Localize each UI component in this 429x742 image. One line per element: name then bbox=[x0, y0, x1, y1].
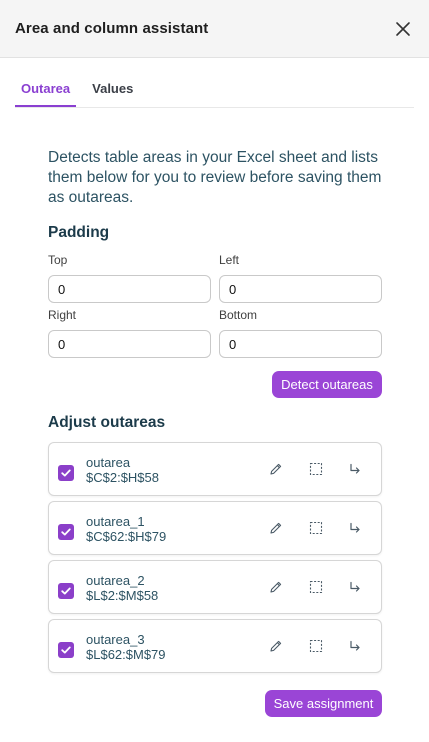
pencil-icon[interactable] bbox=[267, 637, 285, 655]
outarea-item: outarea_3 $L$62:$M$79 bbox=[48, 619, 382, 673]
padding-title: Padding bbox=[48, 224, 110, 241]
go-to-icon[interactable] bbox=[346, 578, 364, 596]
go-to-icon[interactable] bbox=[346, 637, 364, 655]
panel-header: Area and column assistant bbox=[0, 0, 429, 58]
padding-left-input[interactable] bbox=[219, 275, 382, 303]
go-to-icon[interactable] bbox=[346, 460, 364, 478]
outarea-range: $L$62:$M$79 bbox=[86, 647, 166, 662]
assistant-panel: Area and column assistant Outarea Values… bbox=[0, 0, 429, 742]
outarea-item: outarea $C$2:$H$58 bbox=[48, 442, 382, 496]
go-to-icon[interactable] bbox=[346, 519, 364, 537]
padding-top-label: Top bbox=[48, 253, 68, 267]
padding-bottom-label: Bottom bbox=[219, 308, 258, 322]
select-range-icon[interactable] bbox=[307, 519, 325, 537]
description-text: Detects table areas in your Excel sheet … bbox=[48, 149, 382, 206]
outarea-name: outarea_3 bbox=[86, 632, 145, 647]
outarea-item: outarea_1 $C$62:$H$79 bbox=[48, 501, 382, 555]
tab-outarea[interactable]: Outarea bbox=[15, 73, 77, 107]
outarea-checkbox[interactable] bbox=[58, 465, 74, 481]
padding-left-label: Left bbox=[219, 253, 240, 267]
outarea-tab-content: Detects table areas in your Excel sheet … bbox=[48, 148, 382, 717]
tab-bar: Outarea Values bbox=[15, 73, 414, 108]
pencil-icon[interactable] bbox=[267, 460, 285, 478]
padding-bottom-field: Bottom bbox=[219, 307, 382, 358]
pencil-icon[interactable] bbox=[267, 578, 285, 596]
pencil-icon[interactable] bbox=[267, 519, 285, 537]
padding-top-field: Top bbox=[48, 252, 211, 303]
outarea-range: $C$2:$H$58 bbox=[86, 470, 159, 485]
outarea-item: outarea_2 $L$2:$M$58 bbox=[48, 560, 382, 614]
tab-values[interactable]: Values bbox=[86, 73, 139, 107]
outarea-range: $L$2:$M$58 bbox=[86, 588, 159, 603]
panel-title: Area and column assistant bbox=[15, 20, 209, 37]
save-assignment-button[interactable]: Save assignment bbox=[265, 690, 382, 717]
close-icon[interactable] bbox=[391, 17, 415, 41]
padding-right-input[interactable] bbox=[48, 330, 211, 358]
select-range-icon[interactable] bbox=[307, 578, 325, 596]
adjust-outareas-title: Adjust outareas bbox=[48, 414, 166, 431]
outarea-name: outarea bbox=[86, 455, 131, 470]
outarea-range: $C$62:$H$79 bbox=[86, 529, 167, 544]
detect-outareas-button[interactable]: Detect outareas bbox=[272, 371, 382, 398]
padding-bottom-input[interactable] bbox=[219, 330, 382, 358]
padding-left-field: Left bbox=[219, 252, 382, 303]
select-range-icon[interactable] bbox=[307, 637, 325, 655]
padding-right-field: Right bbox=[48, 307, 211, 358]
select-range-icon[interactable] bbox=[307, 460, 325, 478]
outarea-checkbox[interactable] bbox=[58, 642, 74, 658]
padding-top-input[interactable] bbox=[48, 275, 211, 303]
outarea-checkbox[interactable] bbox=[58, 524, 74, 540]
outarea-name: outarea_1 bbox=[86, 514, 145, 529]
padding-right-label: Right bbox=[48, 308, 77, 322]
outarea-name: outarea_2 bbox=[86, 573, 145, 588]
outarea-checkbox[interactable] bbox=[58, 583, 74, 599]
